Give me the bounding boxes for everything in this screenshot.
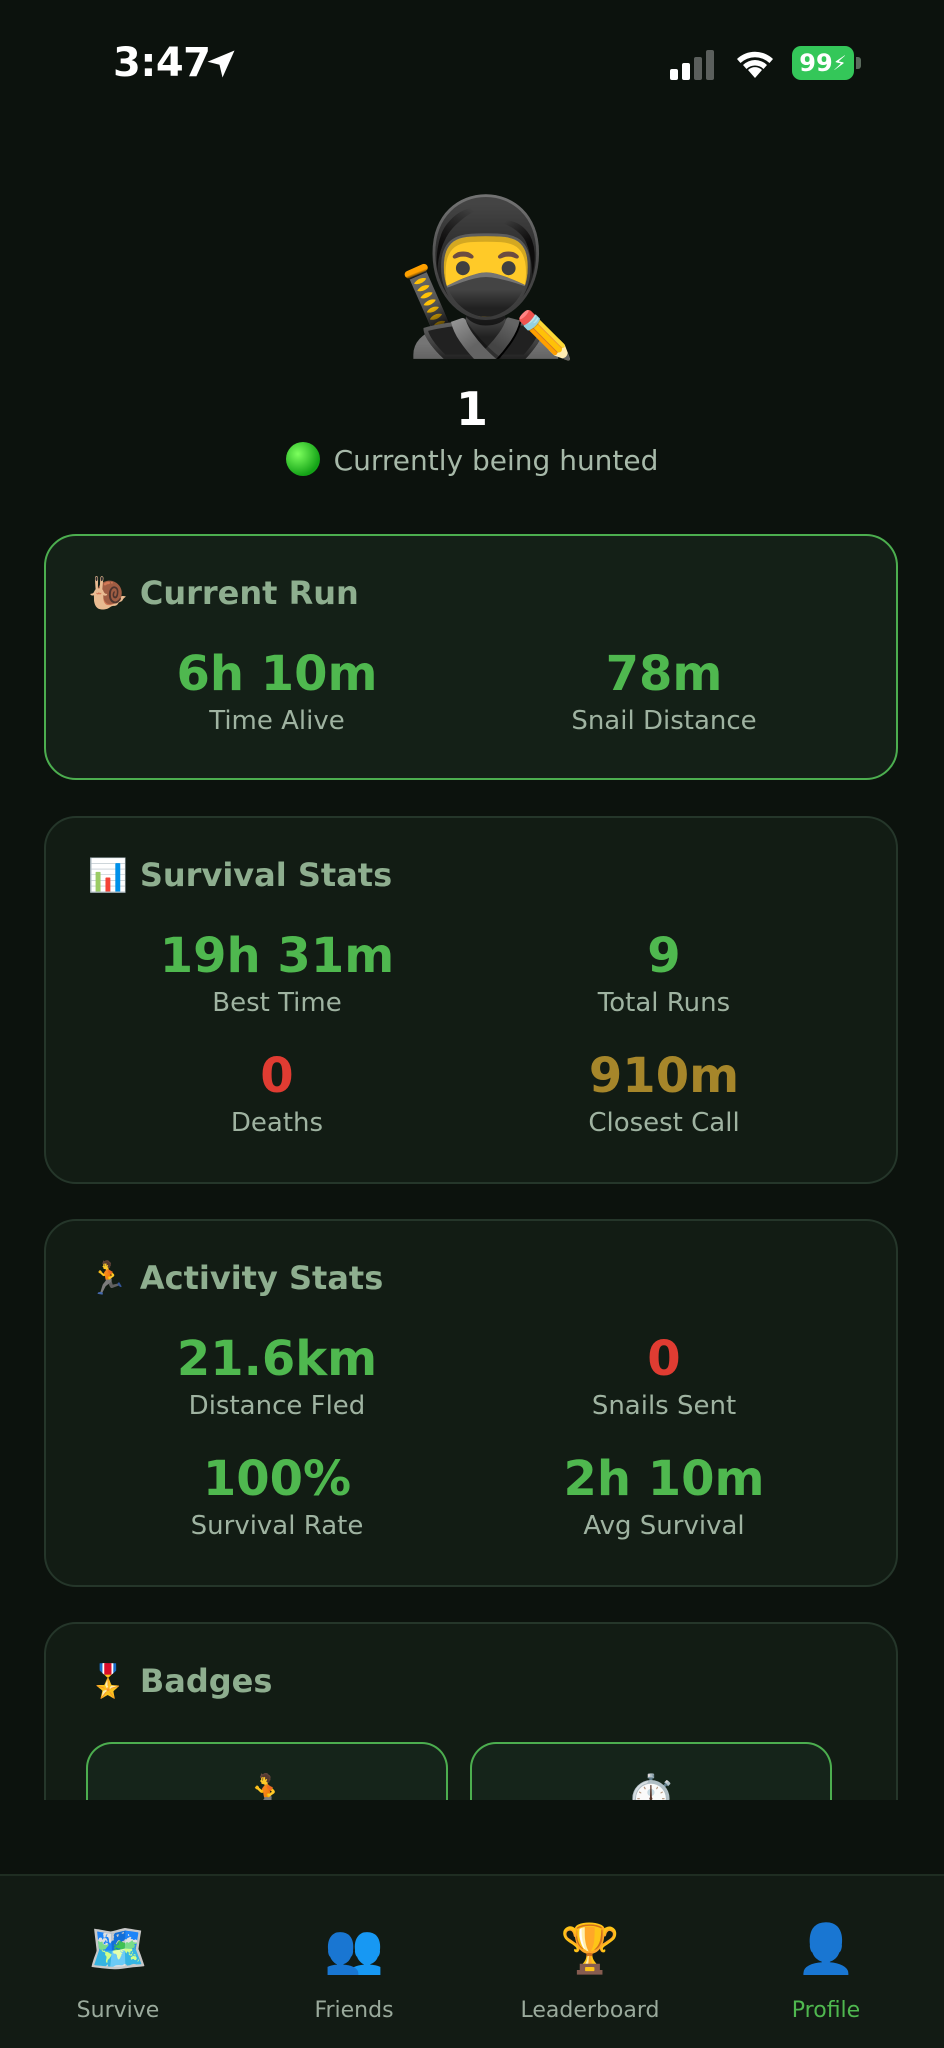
cellular-signal-icon <box>670 50 714 80</box>
profile-icon: 👤 <box>796 1921 856 1977</box>
runner-icon: 🏃 <box>88 1259 128 1297</box>
stat-avg-survival: 2h 10m Avg Survival <box>464 1451 864 1541</box>
stat-label: Snails Sent <box>591 1391 737 1421</box>
wifi-icon <box>737 51 773 78</box>
card-title: 🎖️ Badges <box>88 1662 272 1700</box>
stat-value: 6h 10m <box>176 646 378 702</box>
survival-stats-title: Survival Stats <box>139 856 393 894</box>
card-title: 🐌 Current Run <box>88 574 359 612</box>
current-run-card: 🐌 Current Run 6h 10m Time Alive 78m Snail… <box>44 534 898 780</box>
badges-title: Badges <box>139 1662 273 1700</box>
stat-snails-sent: 0 Snails Sent <box>464 1331 864 1421</box>
hunt-status-text: Currently being hunted <box>333 444 659 477</box>
snail-icon: 🐌 <box>88 574 128 612</box>
tab-friends[interactable]: 👥 Friends <box>236 1876 472 2048</box>
activity-stats-title: Activity Stats <box>139 1259 384 1297</box>
tab-bar: 🗺️ Survive 👥 Friends 🏆 Leaderboard 👤 Pro… <box>0 1874 944 2048</box>
charging-bolt-icon: ⚡ <box>832 51 847 75</box>
stat-value: 9 <box>647 928 681 984</box>
trophy-icon: 🏆 <box>560 1921 620 1977</box>
survival-stats-card: 📊 Survival Stats 19h 31m Best Time 9 Tota… <box>44 816 898 1184</box>
tab-label: Survive <box>76 1998 160 2023</box>
medal-icon: 🎖️ <box>88 1662 128 1700</box>
tab-label: Friends <box>314 1998 394 2023</box>
stat-snail-distance: 78m Snail Distance <box>464 646 864 736</box>
friends-icon: 👥 <box>324 1921 384 1977</box>
stat-time-alive: 6h 10m Time Alive <box>77 646 477 736</box>
battery-indicator: 99 ⚡ <box>792 46 862 80</box>
tab-label: Leaderboard <box>520 1998 660 2023</box>
bar-chart-icon: 📊 <box>88 856 128 894</box>
stat-label: Closest Call <box>588 1108 740 1138</box>
stat-total-runs: 9 Total Runs <box>464 928 864 1018</box>
stat-best-time: 19h 31m Best Time <box>77 928 477 1018</box>
stat-value: 19h 31m <box>159 928 395 984</box>
stat-value: 21.6km <box>176 1331 378 1387</box>
current-run-title: Current Run <box>139 574 359 612</box>
battery-level: 99 <box>799 49 833 77</box>
avatar[interactable]: 🥷 ✏️ <box>388 190 575 365</box>
stat-deaths: 0 Deaths <box>77 1048 477 1138</box>
stat-closest-call: 910m Closest Call <box>464 1048 864 1138</box>
edit-pencil-icon[interactable]: ✏️ <box>516 308 573 363</box>
hunt-status: Currently being hunted <box>0 442 944 479</box>
stat-label: Avg Survival <box>583 1511 745 1541</box>
stat-label: Total Runs <box>597 988 731 1018</box>
tab-label: Profile <box>791 1998 861 2023</box>
map-icon: 🗺️ <box>88 1921 148 1977</box>
stat-value: 0 <box>260 1048 294 1104</box>
card-title: 📊 Survival Stats <box>88 856 392 894</box>
stat-label: Distance Fled <box>188 1391 366 1421</box>
stat-label: Best Time <box>212 988 342 1018</box>
clock: 3:47 <box>113 40 211 86</box>
status-dot-icon <box>285 442 320 476</box>
location-arrow-icon <box>207 50 235 78</box>
stat-value: 0 <box>647 1331 681 1387</box>
stat-value: 100% <box>202 1451 352 1507</box>
card-title: 🏃 Activity Stats <box>88 1259 383 1297</box>
tab-survive[interactable]: 🗺️ Survive <box>0 1876 236 2048</box>
stat-distance-fled: 21.6km Distance Fled <box>77 1331 477 1421</box>
activity-stats-card: 🏃 Activity Stats 21.6km Distance Fled 0 S… <box>44 1219 898 1587</box>
username: 1 <box>455 382 488 436</box>
scroll-clip <box>0 1800 944 1876</box>
stat-value: 78m <box>605 646 723 702</box>
tab-profile[interactable]: 👤 Profile <box>708 1876 944 2048</box>
stat-label: Survival Rate <box>190 1511 364 1541</box>
stat-value: 910m <box>588 1048 740 1104</box>
stat-survival-rate: 100% Survival Rate <box>77 1451 477 1541</box>
stat-label: Snail Distance <box>571 706 757 736</box>
stat-label: Deaths <box>230 1108 324 1138</box>
status-bar: 3:47 99 ⚡ <box>0 0 944 120</box>
tab-leaderboard[interactable]: 🏆 Leaderboard <box>472 1876 708 2048</box>
stat-label: Time Alive <box>209 706 345 736</box>
stat-value: 2h 10m <box>563 1451 765 1507</box>
